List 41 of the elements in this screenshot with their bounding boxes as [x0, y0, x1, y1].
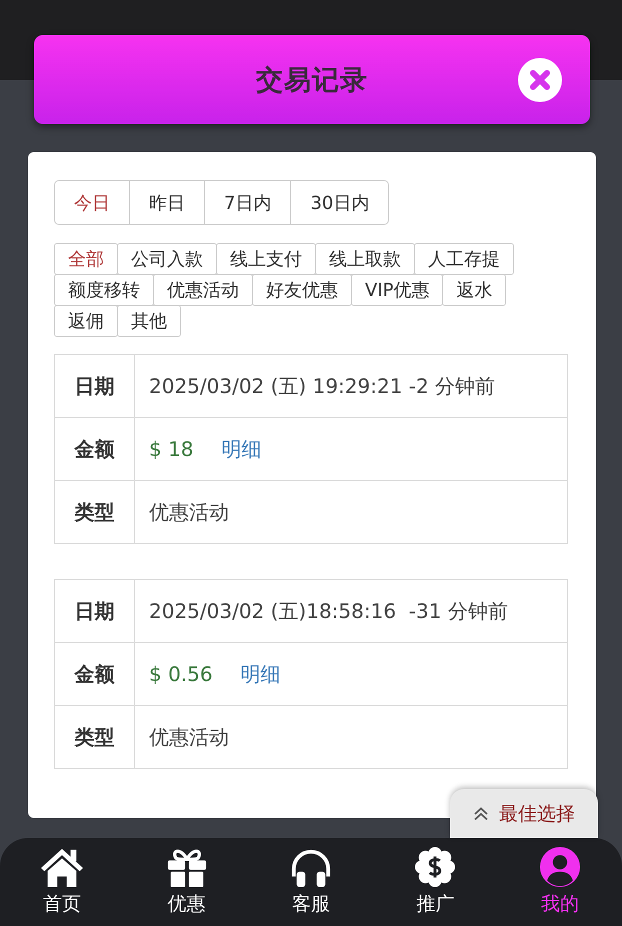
row-value: 优惠活动	[148, 498, 230, 526]
row-label: 日期	[55, 580, 135, 642]
close-button[interactable]	[518, 58, 562, 102]
row-label: 类型	[55, 481, 135, 543]
date-tab[interactable]: 今日	[55, 181, 129, 224]
row-label: 金额	[55, 418, 135, 480]
category-filter[interactable]: 好友优惠	[252, 274, 352, 306]
row-label: 类型	[55, 706, 135, 768]
category-filter[interactable]: 公司入款	[117, 243, 217, 275]
detail-link[interactable]: 明细	[222, 436, 262, 462]
nav-item[interactable]: 首页	[0, 838, 124, 926]
row-value: 优惠活动	[148, 724, 230, 750]
close-icon	[518, 58, 562, 102]
category-filter[interactable]: 返水	[442, 274, 506, 306]
date-tab[interactable]: 30日内	[290, 181, 388, 224]
header-title: 交易记录	[256, 64, 368, 98]
double-chevron-up-icon	[473, 806, 489, 820]
amount-text: $ 18	[149, 437, 194, 461]
category-filter[interactable]: 返佣	[54, 305, 118, 337]
category-filter[interactable]: 优惠活动	[153, 274, 253, 306]
row-value: 2025/03/02 (五)18:58:16 -31 分钟前	[148, 598, 509, 624]
date-tab[interactable]: 7日内	[204, 181, 290, 224]
nav-item[interactable]: 客服	[248, 838, 374, 926]
date-tab[interactable]: 昨日	[129, 181, 204, 224]
category-filter[interactable]: 线上取款	[315, 243, 415, 275]
category-filter[interactable]: 额度移转	[54, 274, 154, 306]
amount-text: $ 0.56	[149, 662, 213, 686]
category-filter[interactable]: 人工存提	[414, 243, 514, 275]
category-filter[interactable]: 线上支付	[216, 243, 316, 275]
row-label: 日期	[55, 355, 135, 417]
nav-item[interactable]: 优惠	[124, 838, 249, 926]
home-icon	[39, 846, 86, 888]
category-filter[interactable]: 其他	[117, 305, 181, 337]
category-filter[interactable]: 全部	[54, 243, 118, 275]
nav-item[interactable]: 推广	[373, 838, 498, 926]
nav-item[interactable]: 我的	[498, 838, 622, 926]
category-filter[interactable]: VIP优惠	[351, 274, 444, 306]
row-label: 金额	[55, 643, 135, 705]
detail-link[interactable]: 明细	[240, 660, 281, 688]
row-value: 2025/03/02 (五) 19:29:21 -2 分钟前	[148, 372, 496, 400]
best-choice-button[interactable]: 最佳选择	[450, 789, 598, 838]
